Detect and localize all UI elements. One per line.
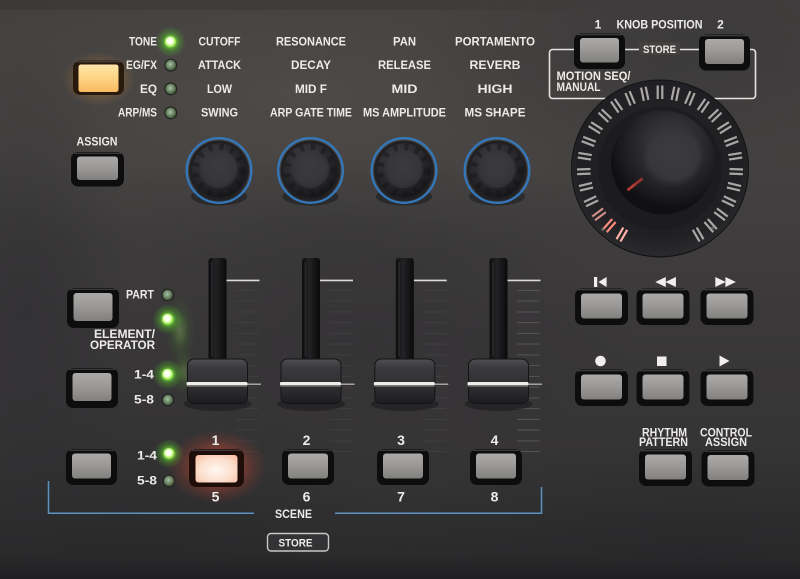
svg-text:ARP GATE TIME: ARP GATE TIME <box>270 106 352 120</box>
svg-text:SWING: SWING <box>201 106 238 120</box>
svg-text:KNOB POSITION: KNOB POSITION <box>617 17 703 31</box>
svg-text:EQ: EQ <box>140 82 157 96</box>
svg-text:5-8: 5-8 <box>134 392 154 406</box>
svg-text:ASSIGN: ASSIGN <box>705 435 747 449</box>
svg-text:MS AMPLITUDE: MS AMPLITUDE <box>363 106 446 120</box>
svg-text:1: 1 <box>212 432 220 448</box>
svg-text:TONE: TONE <box>129 34 157 48</box>
svg-text:REVERB: REVERB <box>470 58 521 72</box>
svg-text:2: 2 <box>717 17 724 31</box>
svg-text:MID F: MID F <box>295 82 327 96</box>
svg-text:MANUAL: MANUAL <box>557 80 601 94</box>
svg-text:ARP/MS: ARP/MS <box>118 106 157 120</box>
svg-text:PORTAMENTO: PORTAMENTO <box>455 34 535 48</box>
svg-text:OPERATOR: OPERATOR <box>90 338 155 352</box>
svg-text:3: 3 <box>397 432 405 448</box>
svg-text:LOW: LOW <box>207 82 233 96</box>
svg-text:4: 4 <box>491 432 499 448</box>
svg-text:5: 5 <box>212 489 220 505</box>
svg-text:8: 8 <box>491 489 499 505</box>
svg-text:SCENE: SCENE <box>275 507 312 521</box>
svg-text:RELEASE: RELEASE <box>378 58 431 72</box>
svg-text:DECAY: DECAY <box>291 58 331 72</box>
svg-text:ASSIGN: ASSIGN <box>77 135 118 149</box>
svg-text:RESONANCE: RESONANCE <box>276 34 346 48</box>
svg-text:STORE: STORE <box>279 537 313 549</box>
svg-text:PART: PART <box>126 288 155 302</box>
svg-text:CUTOFF: CUTOFF <box>199 34 241 48</box>
svg-text:PAN: PAN <box>393 34 416 48</box>
svg-text:ATTACK: ATTACK <box>198 58 241 72</box>
svg-text:5-8: 5-8 <box>137 473 157 487</box>
svg-text:HIGH: HIGH <box>478 82 513 96</box>
svg-text:1: 1 <box>595 17 602 31</box>
svg-text:PATTERN: PATTERN <box>639 435 688 449</box>
svg-text:MID: MID <box>392 82 418 96</box>
svg-text:MS SHAPE: MS SHAPE <box>465 106 526 120</box>
svg-text:1-4: 1-4 <box>134 367 154 381</box>
svg-text:6: 6 <box>303 489 311 505</box>
svg-text:2: 2 <box>303 432 311 448</box>
svg-text:7: 7 <box>397 489 405 505</box>
svg-text:STORE: STORE <box>643 44 676 56</box>
